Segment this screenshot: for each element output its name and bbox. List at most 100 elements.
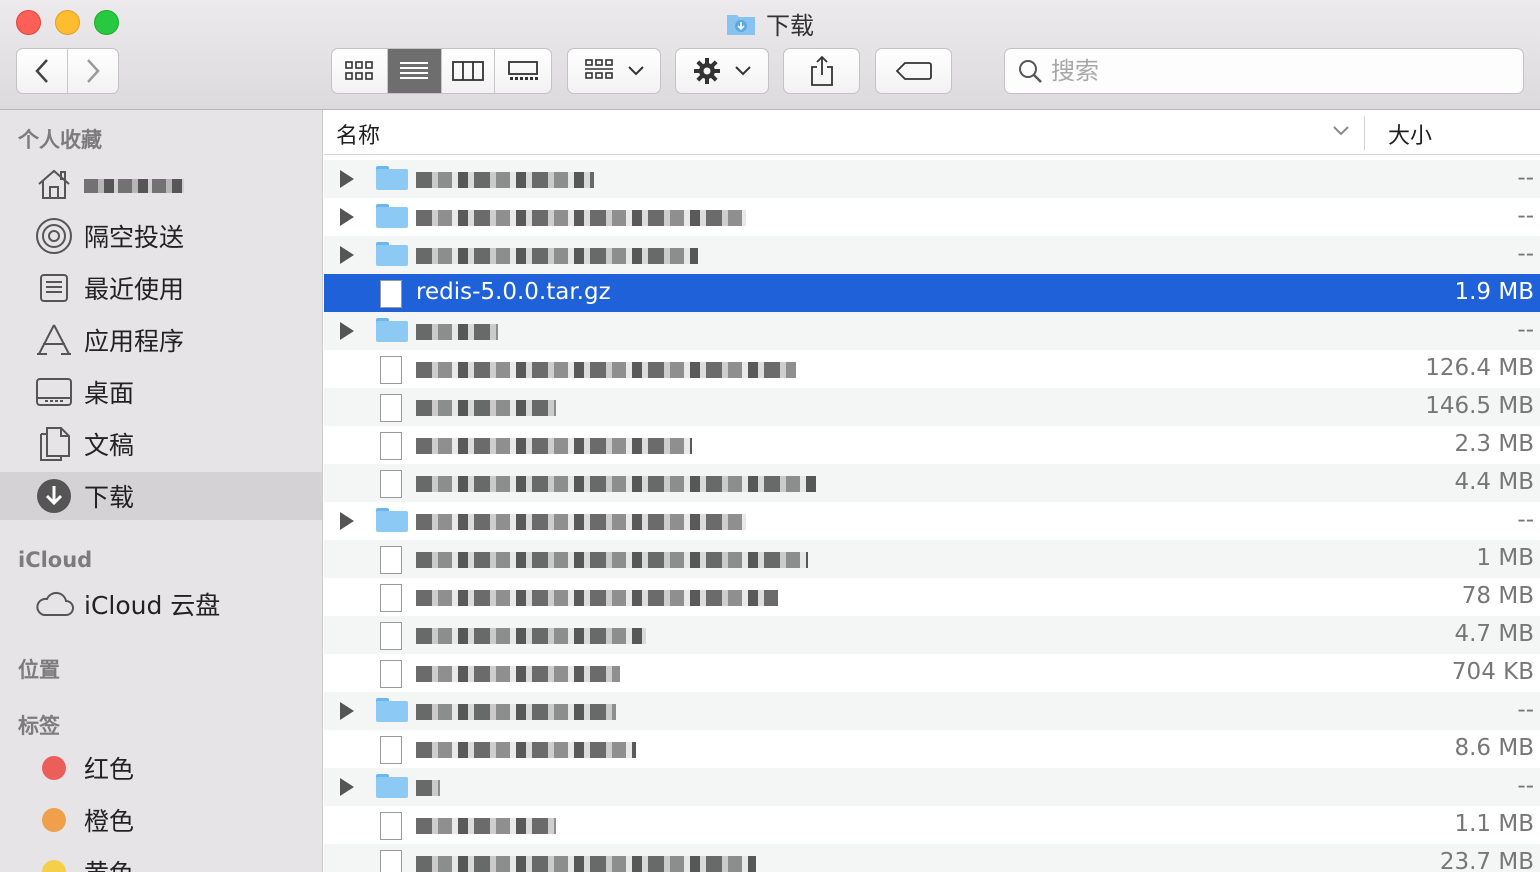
file-icon <box>376 584 408 612</box>
disclosure-triangle-icon[interactable] <box>340 702 354 720</box>
search-field[interactable] <box>1004 48 1524 94</box>
file-row[interactable]: -- <box>324 768 1540 806</box>
sidebar-item-desktop[interactable]: 桌面 <box>0 368 322 416</box>
sidebar-item-documents[interactable]: 文稿 <box>0 420 322 468</box>
sort-chevron-icon[interactable] <box>1332 122 1350 141</box>
sidebar-item-tag-red[interactable]: 红色 <box>0 744 322 792</box>
column-header-name[interactable]: 名称 <box>336 118 380 150</box>
file-name: redis-5.0.0.tar.gz <box>416 279 611 305</box>
disclosure-triangle-icon[interactable] <box>340 512 354 530</box>
file-row[interactable]: -- <box>324 198 1540 236</box>
sidebar-item-label: 黄色 <box>84 854 134 872</box>
file-row[interactable]: redis-5.0.0.tar.gz 1.9 MB <box>324 274 1540 312</box>
file-row[interactable]: -- <box>324 502 1540 540</box>
file-row[interactable]: -- <box>324 236 1540 274</box>
file-row[interactable]: 126.4 MB <box>324 350 1540 388</box>
forward-button[interactable] <box>68 49 119 93</box>
sidebar-item-downloads[interactable]: 下载 <box>0 472 322 520</box>
sidebar-item-tag-yellow[interactable]: 黄色 <box>0 848 322 872</box>
column-header-size[interactable]: 大小 <box>1388 118 1432 150</box>
action-menu-inner <box>676 49 768 93</box>
file-row[interactable]: -- <box>324 160 1540 198</box>
file-icon <box>376 432 408 460</box>
file-row[interactable]: 4.4 MB <box>324 464 1540 502</box>
file-rows: -- -- -- redis-5.0.0.tar.gz 1.9 MB -- 126.4 MB… <box>324 160 1540 872</box>
file-row[interactable]: 704 KB <box>324 654 1540 692</box>
file-icon <box>376 356 408 384</box>
sidebar-item-recents[interactable]: 最近使用 <box>0 264 322 312</box>
disclosure-triangle-icon[interactable] <box>340 246 354 264</box>
gallery-view-button[interactable] <box>495 49 551 93</box>
icon-view-button[interactable] <box>332 49 388 93</box>
redacted-file-name <box>416 400 556 416</box>
redacted-file-name <box>416 172 594 188</box>
file-row[interactable]: 78 MB <box>324 578 1540 616</box>
share-button[interactable] <box>783 48 860 94</box>
tag-dot-icon <box>34 748 74 788</box>
file-icon <box>376 470 408 498</box>
sidebar-item-label: 最近使用 <box>84 275 185 304</box>
sidebar-item-label <box>84 170 184 199</box>
list-view-button[interactable] <box>387 49 442 93</box>
sidebar-item-icloud-drive[interactable]: iCloud 云盘 <box>0 580 322 628</box>
file-row[interactable]: 146.5 MB <box>324 388 1540 426</box>
file-size: 4.4 MB <box>1454 469 1534 495</box>
column-divider[interactable] <box>1364 116 1365 150</box>
edit-tags-inner <box>876 49 951 93</box>
action-menu-button[interactable] <box>675 48 769 94</box>
redacted-file-name <box>416 628 646 644</box>
folder-icon <box>376 774 408 800</box>
file-size: 126.4 MB <box>1425 355 1534 381</box>
column-view-button[interactable] <box>442 49 496 93</box>
sidebar-item-airdrop[interactable]: 隔空投送 <box>0 212 322 260</box>
file-size: 1.9 MB <box>1454 279 1534 305</box>
tag-dot-icon <box>34 852 74 872</box>
downloads-icon <box>34 476 74 516</box>
folder-icon <box>376 204 408 230</box>
edit-tags-button[interactable] <box>875 48 952 94</box>
file-row[interactable]: 23.7 MB <box>324 844 1540 872</box>
file-row[interactable]: -- <box>324 312 1540 350</box>
file-icon <box>376 546 408 574</box>
chevron-down-icon <box>735 66 751 76</box>
file-icon <box>376 812 408 840</box>
file-row[interactable]: 1.1 MB <box>324 806 1540 844</box>
redacted-file-name <box>416 856 756 872</box>
file-row[interactable]: 2.3 MB <box>324 426 1540 464</box>
sidebar: 个人收藏 隔空投送 最近使用 应用程序 桌面 文稿 下载 iCloud iClo… <box>0 110 323 872</box>
disclosure-triangle-icon[interactable] <box>340 170 354 188</box>
disclosure-triangle-icon[interactable] <box>340 208 354 226</box>
file-row[interactable]: -- <box>324 692 1540 730</box>
folder-icon <box>376 318 408 344</box>
redacted-file-name <box>416 590 778 606</box>
redacted-file-name <box>416 324 498 340</box>
file-row[interactable]: 1 MB <box>324 540 1540 578</box>
group-by-button[interactable] <box>567 48 661 94</box>
file-icon <box>376 850 408 872</box>
redacted-file-name <box>416 552 808 568</box>
chevron-left-icon <box>35 59 48 83</box>
disclosure-triangle-icon[interactable] <box>340 778 354 796</box>
file-row[interactable]: 8.6 MB <box>324 730 1540 768</box>
tag-dot-icon <box>34 800 74 840</box>
search-input[interactable] <box>1051 57 1491 85</box>
sidebar-item-label: 红色 <box>84 755 135 784</box>
file-icon <box>376 280 408 308</box>
window-title-text: 下载 <box>766 11 814 40</box>
columns-icon <box>451 61 484 81</box>
folder-icon <box>376 242 408 268</box>
file-size: 78 MB <box>1461 583 1534 609</box>
grid-icon <box>345 61 374 80</box>
file-icon <box>376 394 408 422</box>
file-size: 1 MB <box>1476 545 1534 571</box>
tags-header: 标签 <box>18 714 60 738</box>
sidebar-item-home[interactable] <box>0 160 322 208</box>
back-button[interactable] <box>17 49 68 93</box>
disclosure-triangle-icon[interactable] <box>340 322 354 340</box>
file-size: 704 KB <box>1451 659 1534 685</box>
file-row[interactable]: 4.7 MB <box>324 616 1540 654</box>
sidebar-item-tag-orange[interactable]: 橙色 <box>0 796 322 844</box>
airdrop-icon <box>34 216 74 256</box>
sidebar-item-applications[interactable]: 应用程序 <box>0 316 322 364</box>
sidebar-item-label: 橙色 <box>84 807 135 836</box>
